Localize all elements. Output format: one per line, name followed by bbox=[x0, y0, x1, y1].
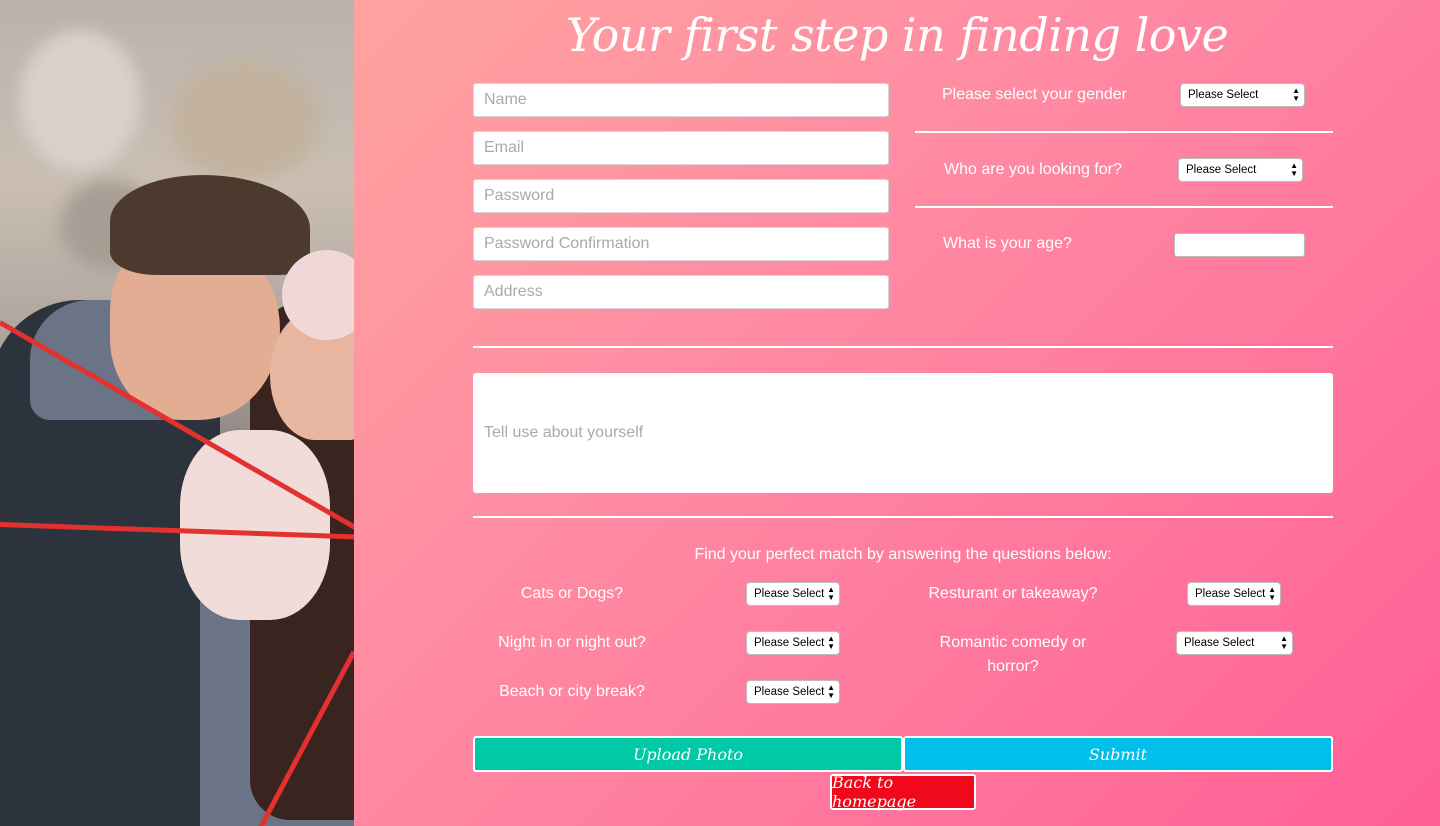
gender-label: Please select your gender bbox=[942, 86, 1127, 103]
romcom-horror-label: Romantic comedy or horror? bbox=[939, 634, 1087, 675]
divider bbox=[473, 516, 1333, 518]
looking-for-select[interactable]: Please Select ▲ ▼ bbox=[1178, 158, 1303, 182]
cats-dogs-label: Cats or Dogs? bbox=[520, 585, 624, 602]
night-in-out-select[interactable]: Please Select ▲ ▼ bbox=[746, 631, 840, 655]
email-field[interactable] bbox=[473, 131, 889, 165]
divider bbox=[915, 206, 1333, 208]
upload-photo-button[interactable]: Upload Photo bbox=[473, 736, 903, 772]
select-arrows-icon: ▲ ▼ bbox=[1292, 86, 1300, 103]
select-arrows-icon: ▲ ▼ bbox=[827, 683, 835, 700]
submit-button[interactable]: Submit bbox=[903, 736, 1333, 772]
password-confirmation-field[interactable] bbox=[473, 227, 889, 261]
looking-for-label: Who are you looking for? bbox=[944, 161, 1122, 178]
address-field[interactable] bbox=[473, 275, 889, 309]
restaurant-takeaway-select[interactable]: Please Select ▲ ▼ bbox=[1187, 582, 1281, 606]
password-field[interactable] bbox=[473, 179, 889, 213]
age-field[interactable] bbox=[1174, 233, 1305, 257]
couple-photo bbox=[0, 0, 354, 826]
divider bbox=[915, 131, 1333, 133]
select-arrows-icon: ▲ ▼ bbox=[1290, 161, 1298, 178]
bio-textarea[interactable] bbox=[473, 373, 1333, 493]
romcom-horror-select[interactable]: Please Select ▲ ▼ bbox=[1176, 631, 1293, 655]
name-field[interactable] bbox=[473, 83, 889, 117]
back-to-homepage-button[interactable]: Back to homepage bbox=[830, 773, 976, 811]
divider bbox=[473, 346, 1333, 348]
select-arrows-icon: ▲ ▼ bbox=[827, 585, 835, 602]
night-in-out-label: Night in or night out? bbox=[498, 634, 646, 651]
restaurant-takeaway-label: Resturant or takeaway? bbox=[928, 585, 1098, 602]
cats-dogs-select[interactable]: Please Select ▲ ▼ bbox=[746, 582, 840, 606]
beach-city-label: Beach or city break? bbox=[499, 683, 645, 700]
select-arrows-icon: ▲ ▼ bbox=[1268, 585, 1276, 602]
beach-city-select[interactable]: Please Select ▲ ▼ bbox=[746, 680, 840, 704]
age-label: What is your age? bbox=[943, 235, 1072, 252]
match-intro: Find your perfect match by answering the… bbox=[694, 546, 1112, 563]
select-arrows-icon: ▲ ▼ bbox=[827, 634, 835, 651]
select-arrows-icon: ▲ ▼ bbox=[1280, 634, 1288, 651]
gender-select[interactable]: Please Select ▲ ▼ bbox=[1180, 83, 1305, 107]
page-title: Your first step in finding love bbox=[565, 8, 1229, 62]
signup-form-panel: Your first step in finding love Please s… bbox=[354, 0, 1440, 826]
